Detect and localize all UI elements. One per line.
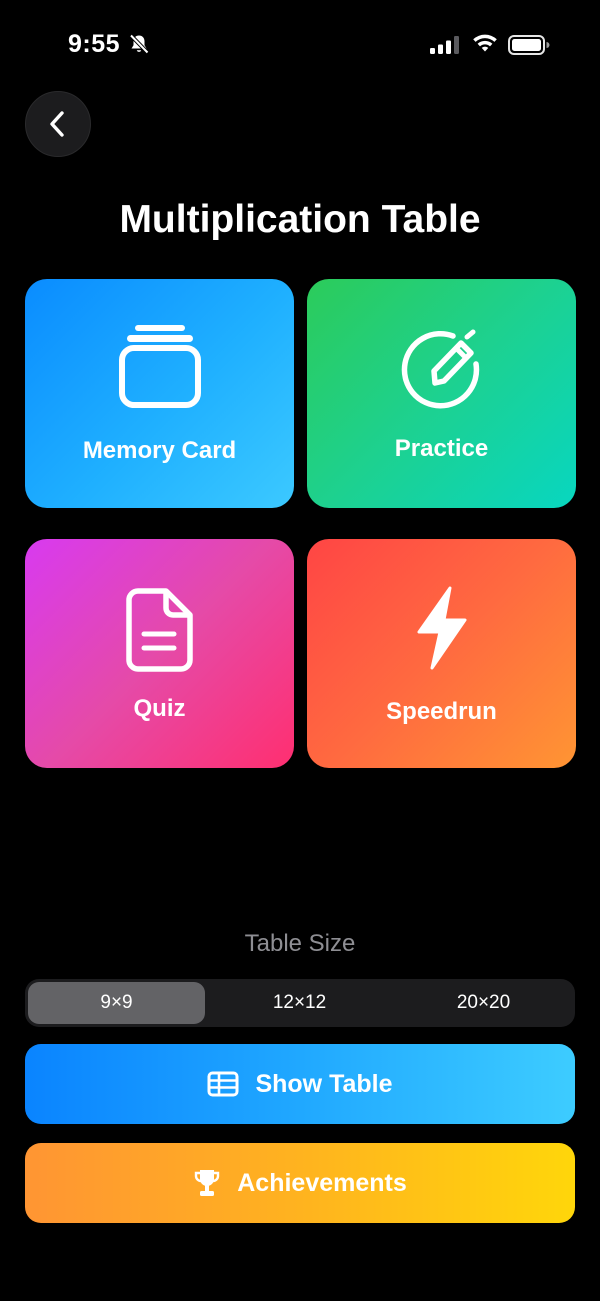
tile-label: Quiz: [133, 695, 186, 722]
quiz-tile[interactable]: Quiz: [25, 539, 294, 768]
segment-12x12[interactable]: 12×12: [211, 982, 388, 1024]
back-button[interactable]: [25, 91, 91, 157]
pencil-circle-icon: [401, 329, 480, 409]
practice-tile[interactable]: Practice: [307, 279, 576, 508]
table-size-segmented-control[interactable]: 9×9 12×12 20×20: [25, 979, 575, 1027]
battery-icon: [508, 34, 550, 61]
memory-card-tile[interactable]: Memory Card: [25, 279, 294, 508]
document-icon: [126, 588, 193, 672]
wifi-icon: [472, 34, 498, 59]
achievements-button[interactable]: Achievements: [25, 1143, 575, 1223]
show-table-button[interactable]: Show Table: [25, 1044, 575, 1124]
segment-20x20[interactable]: 20×20: [395, 982, 572, 1024]
speedrun-tile[interactable]: Speedrun: [307, 539, 576, 768]
tile-label: Memory Card: [82, 437, 237, 464]
bolt-icon: [417, 586, 467, 670]
table-size-label: Table Size: [244, 930, 356, 957]
table-icon: [207, 1071, 239, 1097]
cellular-signal-icon: [430, 36, 462, 59]
achievements-label: Achievements: [237, 1168, 407, 1197]
status-bar: 9:55: [0, 0, 600, 90]
show-table-label: Show Table: [255, 1069, 393, 1098]
tile-label: Practice: [394, 435, 489, 462]
cards-stack-icon: [119, 325, 201, 408]
tile-label: Speedrun: [386, 698, 497, 725]
bell-slash-icon: [128, 33, 150, 60]
trophy-icon: [193, 1168, 221, 1198]
segment-9x9[interactable]: 9×9: [28, 982, 205, 1024]
chevron-left-icon: [46, 109, 70, 139]
page-title: Multiplication Table: [119, 198, 481, 241]
status-time: 9:55: [68, 30, 121, 58]
